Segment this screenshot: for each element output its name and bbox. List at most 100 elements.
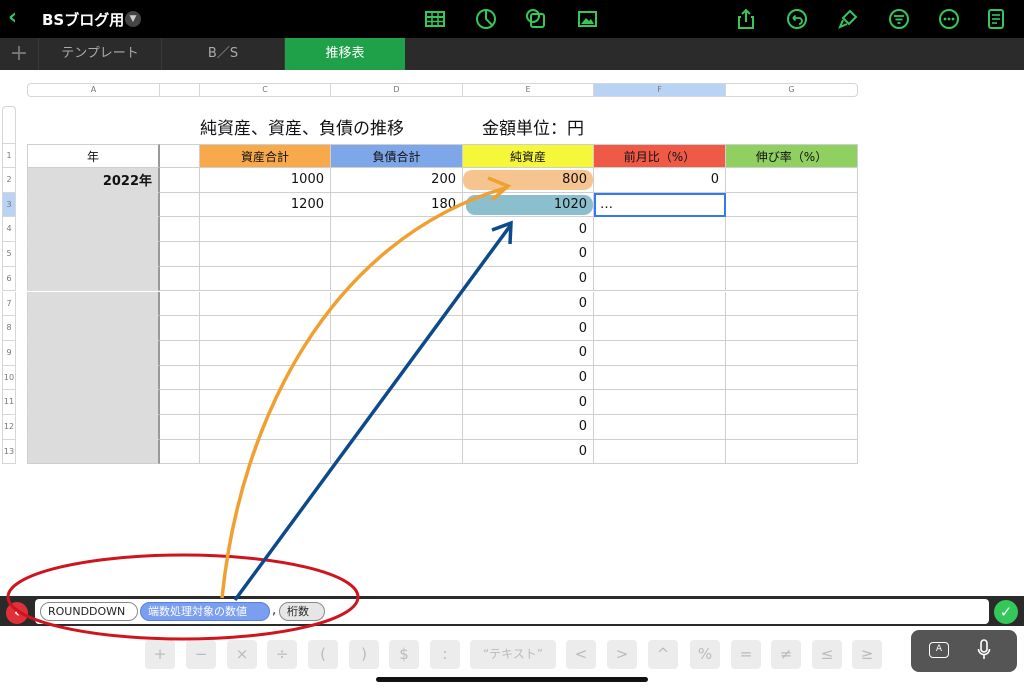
organize-icon[interactable] [887,7,911,31]
table-cell-growth[interactable] [726,242,858,267]
table-cell-liabilities[interactable] [331,217,463,243]
table-cell-liabilities[interactable] [331,439,463,465]
text-keyboard-icon[interactable]: A [929,642,949,658]
header-cell[interactable]: 資産合計 [200,144,331,168]
chart-icon[interactable] [474,7,498,31]
empty-cell[interactable] [160,340,200,366]
more-icon[interactable] [937,7,961,31]
column-header-g[interactable]: G [726,83,858,97]
table-cell-growth[interactable] [726,439,858,465]
header-cell[interactable]: 伸び率（%） [726,144,858,168]
table-cell-assets[interactable] [200,217,331,243]
table-cell-growth[interactable] [726,316,858,341]
table-cell-liabilities[interactable] [331,266,463,292]
table-cell-assets[interactable] [200,242,331,267]
keyboard-key[interactable]: $ [389,640,419,669]
table-cell-liabilities[interactable] [331,242,463,267]
table-cell-liabilities[interactable] [331,316,463,341]
header-cell[interactable] [160,144,200,168]
keyboard-key[interactable]: ≠ [771,640,801,669]
column-header-b[interactable] [160,83,200,97]
empty-cell[interactable] [160,242,200,267]
year-cell[interactable] [27,291,160,317]
empty-cell[interactable] [160,415,200,440]
table-cell-growth[interactable] [726,291,858,317]
shape-icon[interactable] [524,7,548,31]
table-cell-liabilities[interactable]: 180 [331,192,463,218]
table-cell-net[interactable]: 0 [463,415,594,440]
table-cell-growth[interactable] [726,390,858,415]
table-cell-net[interactable]: 0 [463,439,594,465]
empty-cell[interactable] [160,192,200,218]
undo-icon[interactable] [785,7,809,31]
empty-cell[interactable] [160,217,200,243]
header-cell[interactable]: 前月比（%） [594,144,726,168]
media-icon[interactable] [575,7,599,31]
tab-transition[interactable]: 推移表 [284,38,405,70]
column-header-d[interactable]: D [331,83,463,97]
table-cell-mom[interactable] [594,316,726,341]
table-cell-mom[interactable] [594,291,726,317]
keyboard-key[interactable]: ^ [648,640,678,669]
keyboard-key[interactable]: ÷ [267,640,297,669]
year-cell[interactable] [27,217,160,243]
table-cell-mom[interactable] [594,242,726,267]
table-cell-growth[interactable] [726,217,858,243]
document-icon[interactable] [984,7,1008,31]
empty-cell[interactable] [160,316,200,341]
table-cell-assets[interactable] [200,316,331,341]
row-header[interactable]: 12 [2,415,16,440]
back-icon[interactable]: ‹ [8,6,28,30]
share-icon[interactable] [734,7,758,31]
table-cell-assets[interactable]: 1200 [200,192,331,218]
row-header[interactable]: 5 [2,242,16,267]
keyboard-key[interactable]: = [731,640,761,669]
cancel-formula-icon[interactable]: ‹ [6,602,28,624]
function-token[interactable]: ROUNDDOWN [40,602,138,621]
add-sheet-icon[interactable]: + [0,38,38,70]
empty-cell[interactable] [160,439,200,465]
table-cell-growth[interactable] [726,365,858,391]
year-cell[interactable] [27,340,160,366]
year-cell[interactable] [27,415,160,440]
keyboard-key[interactable]: × [227,640,257,669]
table-cell-growth[interactable] [726,415,858,440]
table-cell-net[interactable]: 0 [463,365,594,391]
table-cell-net[interactable]: 0 [463,316,594,341]
empty-cell[interactable] [160,266,200,292]
keyboard-key[interactable]: % [690,640,720,669]
table-cell-mom[interactable] [594,365,726,391]
table-icon[interactable] [423,7,447,31]
table-cell-assets[interactable] [200,365,331,391]
keyboard-key[interactable]: < [566,640,596,669]
format-brush-icon[interactable] [836,7,860,31]
table-cell-growth[interactable] [726,266,858,292]
year-cell[interactable] [27,192,160,218]
column-header-c[interactable]: C [200,83,331,97]
row-header[interactable]: 10 [2,365,16,391]
table-cell-mom[interactable] [594,217,726,243]
table-cell-mom[interactable] [594,390,726,415]
table-cell-net[interactable]: 0 [463,291,594,317]
column-header-f[interactable]: F [594,83,726,97]
argument-token-value[interactable]: 端数処理対象の数値 [140,602,270,621]
keyboard-key[interactable]: “テキスト” [470,640,556,669]
header-cell[interactable]: 負債合計 [331,144,463,168]
header-cell[interactable]: 年 [27,144,160,168]
keyboard-key[interactable]: ) [349,640,379,669]
table-cell-mom[interactable] [594,266,726,292]
row-header[interactable]: 7 [2,291,16,317]
tab-template[interactable]: テンプレート [38,38,161,70]
year-cell[interactable] [27,365,160,391]
table-cell-assets[interactable] [200,266,331,292]
table-cell-net[interactable]: 0 [463,266,594,292]
keyboard-key[interactable]: + [145,640,175,669]
year-cell[interactable]: 2022年 [27,168,160,193]
document-title[interactable]: BSブログ用 [42,9,124,30]
row-header[interactable]: 2 [2,168,16,193]
row-header[interactable]: 3 [2,192,16,218]
table-cell-net[interactable]: 0 [463,390,594,415]
table-cell-assets[interactable] [200,340,331,366]
year-cell[interactable] [27,390,160,415]
row-header[interactable]: 4 [2,217,16,243]
